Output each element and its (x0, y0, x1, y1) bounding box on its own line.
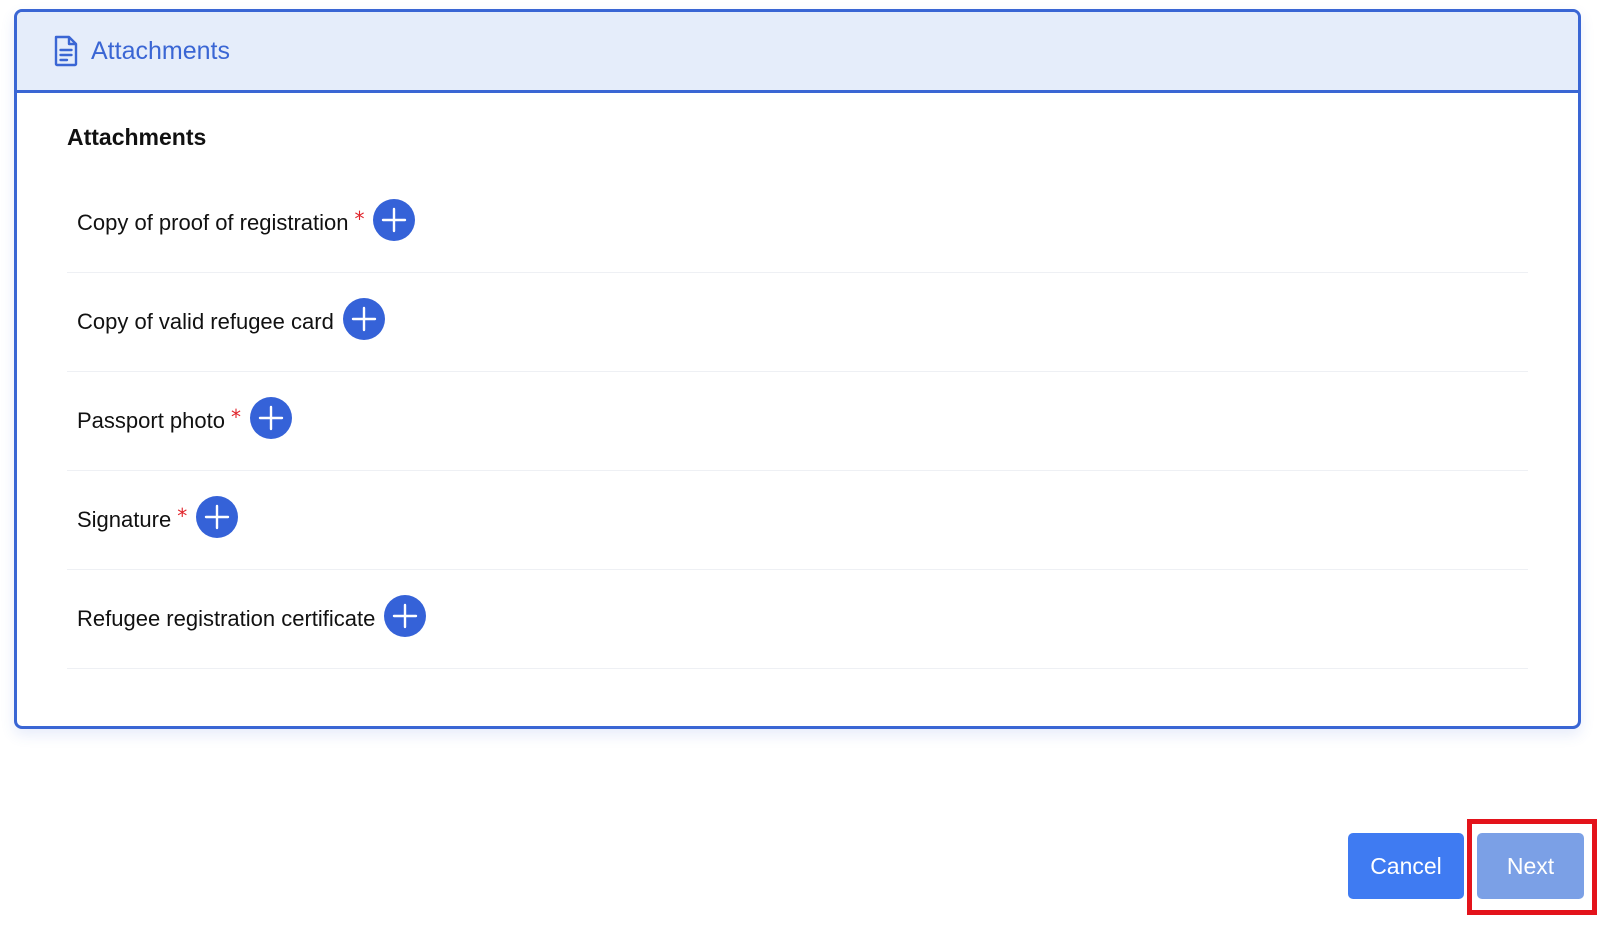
plus-icon (351, 306, 377, 332)
plus-icon (258, 405, 284, 431)
add-attachment-button[interactable] (373, 199, 416, 241)
attachment-label: Copy of proof of registration (77, 210, 349, 235)
plus-icon (204, 504, 230, 530)
attachment-label: Refugee registration certificate (77, 606, 376, 631)
cancel-button[interactable]: Cancel (1348, 833, 1464, 899)
attachment-row-proof-of-registration: Copy of proof of registration * (67, 174, 1528, 273)
attachments-panel: Attachments Attachments Copy of proof of… (14, 9, 1581, 729)
add-attachment-button[interactable] (384, 595, 427, 637)
attachment-row-passport-photo: Passport photo * (67, 372, 1528, 471)
panel-header-title: Attachments (91, 36, 230, 65)
add-attachment-button[interactable] (342, 298, 385, 340)
attachment-label: Signature (77, 507, 172, 532)
add-attachment-button[interactable] (249, 397, 292, 439)
panel-body: Attachments Copy of proof of registratio… (17, 93, 1578, 669)
attachment-label: Copy of valid refugee card (77, 309, 334, 334)
attachment-row-signature: Signature * (67, 471, 1528, 570)
required-indicator: * (354, 207, 365, 231)
add-attachment-button[interactable] (196, 496, 239, 538)
attachment-row-refugee-card: Copy of valid refugee card (67, 273, 1528, 372)
attachment-row-registration-certificate: Refugee registration certificate (67, 570, 1528, 669)
required-indicator: * (177, 504, 188, 528)
required-indicator: * (230, 405, 241, 429)
attachment-label: Passport photo (77, 408, 225, 433)
next-button-highlight (1467, 819, 1597, 915)
section-title: Attachments (67, 124, 207, 150)
plus-icon (393, 603, 418, 629)
document-icon (53, 35, 79, 67)
panel-header: Attachments (17, 12, 1578, 93)
plus-icon (382, 207, 407, 233)
